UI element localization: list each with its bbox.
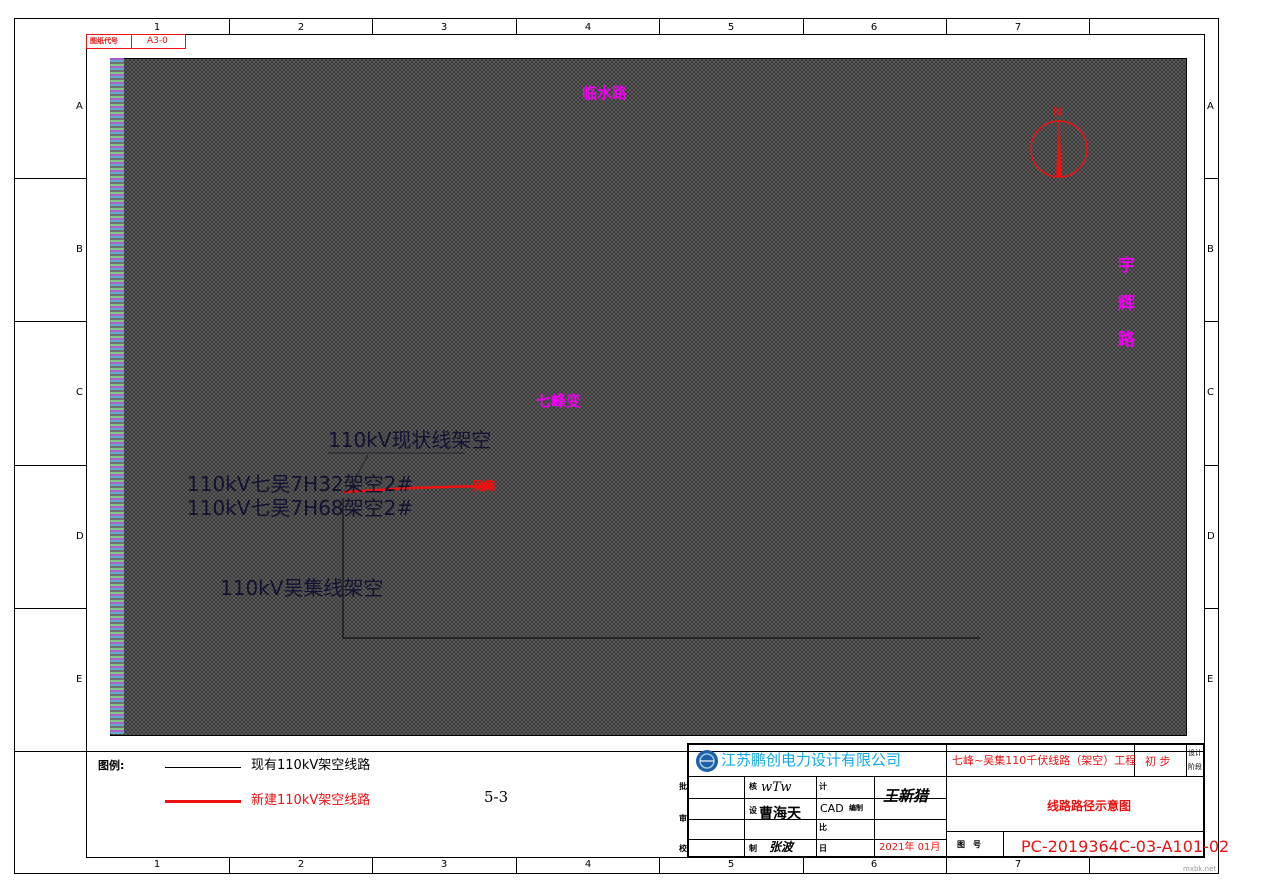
grid-col-2-bottom: 2 bbox=[297, 859, 305, 870]
grid-row-a-right: A bbox=[1207, 101, 1214, 112]
grid-col-6: 6 bbox=[870, 22, 878, 33]
tower-label-1: 110kV七吴7H32架空2# bbox=[187, 472, 414, 496]
row-label-review: 审 bbox=[679, 814, 687, 823]
row-label-calc: 计 bbox=[819, 782, 827, 791]
stage-label-bottom: 阶段 bbox=[1188, 763, 1202, 771]
drawing-title-cell: 线路路径示意图 bbox=[947, 777, 1203, 832]
legend-existing-label: 现有110kV架空线路 bbox=[251, 758, 371, 773]
title-block: 江苏鹏创电力设计有限公司 七峰~吴集110千伏线路（架空）工程 初 步 设计 阶… bbox=[679, 743, 1229, 858]
grid-col-2: 2 bbox=[297, 22, 305, 33]
grid-row-c: C bbox=[76, 387, 83, 398]
grid-row-d: D bbox=[76, 531, 84, 542]
grid-row-c-right: C bbox=[1207, 387, 1214, 398]
project-cell: 七峰~吴集110千伏线路（架空）工程 bbox=[947, 745, 1137, 777]
legend-new-label: 新建110kV架空线路 bbox=[251, 793, 371, 808]
grid-row-b-right: B bbox=[1207, 244, 1214, 255]
stage-label-cell: 设计 阶段 bbox=[1187, 745, 1203, 777]
row-label-design: 设 bbox=[749, 806, 757, 815]
grid-col-7: 7 bbox=[1014, 22, 1022, 33]
row-label-draw: 制 bbox=[749, 844, 757, 853]
cad-label: CAD bbox=[820, 802, 844, 815]
grid-col-3-bottom: 3 bbox=[440, 859, 448, 870]
drawing-title: 线路路径示意图 bbox=[1047, 799, 1132, 813]
signature-checker: 张波 bbox=[769, 840, 794, 854]
grid-col-4: 4 bbox=[584, 22, 592, 33]
grid-col-5: 5 bbox=[727, 22, 735, 33]
existing-line-label: 110kV现状线架空 bbox=[328, 428, 492, 452]
tower-label-2: 110kV七吴7H68架空2# bbox=[187, 496, 414, 520]
drawing-date: 2021年 01月 bbox=[879, 842, 941, 853]
legend-new-swatch bbox=[165, 800, 241, 803]
company-logo-icon bbox=[696, 750, 718, 772]
lower-line-label: 110kV吴集线架空 bbox=[220, 576, 384, 600]
page-number: 5-3 bbox=[484, 788, 509, 806]
grid-col-1: 1 bbox=[153, 22, 161, 33]
row-label-compile: 编制 bbox=[849, 804, 863, 812]
grid-row-e-right: E bbox=[1207, 674, 1214, 685]
sheet-tag-value: A3-0 bbox=[147, 36, 168, 46]
row-label-date: 日 bbox=[819, 844, 827, 853]
route-lines bbox=[328, 452, 980, 639]
drawing-number: PC-2019364C-03-A101-02 bbox=[1021, 837, 1230, 856]
drawing-no-cell: 图 号 PC-2019364C-03-A101-02 bbox=[947, 832, 1229, 858]
grid-col-5-bottom: 5 bbox=[727, 859, 735, 870]
grid-row-d-right: D bbox=[1207, 531, 1215, 542]
watermark: mxbk.net bbox=[1183, 865, 1217, 873]
row-label-check: 校 bbox=[679, 844, 687, 853]
row-label-ratio: 比 bbox=[819, 823, 827, 832]
company-cell: 江苏鹏创电力设计有限公司 bbox=[689, 745, 947, 777]
drawing-no-label: 图 号 bbox=[957, 840, 981, 849]
signature-designer: 王新猎 bbox=[883, 787, 929, 805]
row-label-audit: 核 bbox=[749, 782, 757, 791]
grid-col-7-bottom: 7 bbox=[1014, 859, 1022, 870]
signature-approver: wTw bbox=[761, 780, 792, 795]
sign-col-a bbox=[689, 777, 745, 858]
new-line-end-label: 吴集 bbox=[472, 479, 497, 493]
stage-label-top: 设计 bbox=[1188, 749, 1202, 757]
project-name: 七峰~吴集110千伏线路（架空）工程 bbox=[952, 754, 1137, 767]
grid-col-6-bottom: 6 bbox=[870, 859, 878, 870]
grid-row-a: A bbox=[76, 101, 83, 112]
grid-col-3: 3 bbox=[440, 22, 448, 33]
stage-value: 初 步 bbox=[1145, 755, 1171, 768]
legend-existing-swatch bbox=[165, 767, 241, 768]
grid-col-4-bottom: 4 bbox=[584, 859, 592, 870]
existing-line-route bbox=[342, 498, 980, 639]
stage-cell: 初 步 bbox=[1135, 745, 1187, 777]
grid-col-1-bottom: 1 bbox=[153, 859, 161, 870]
grid-row-e: E bbox=[76, 674, 83, 685]
sheet-tag: 图纸代号 A3-0 bbox=[86, 34, 186, 49]
signature-reviewer: 曹海天 bbox=[759, 806, 801, 822]
row-label-approve: 批 bbox=[679, 782, 687, 791]
grid-row-b: B bbox=[76, 244, 83, 255]
company-name: 江苏鹏创电力设计有限公司 bbox=[721, 751, 902, 769]
sheet-tag-label: 图纸代号 bbox=[90, 37, 118, 45]
legend-title: 图例: bbox=[98, 759, 125, 772]
